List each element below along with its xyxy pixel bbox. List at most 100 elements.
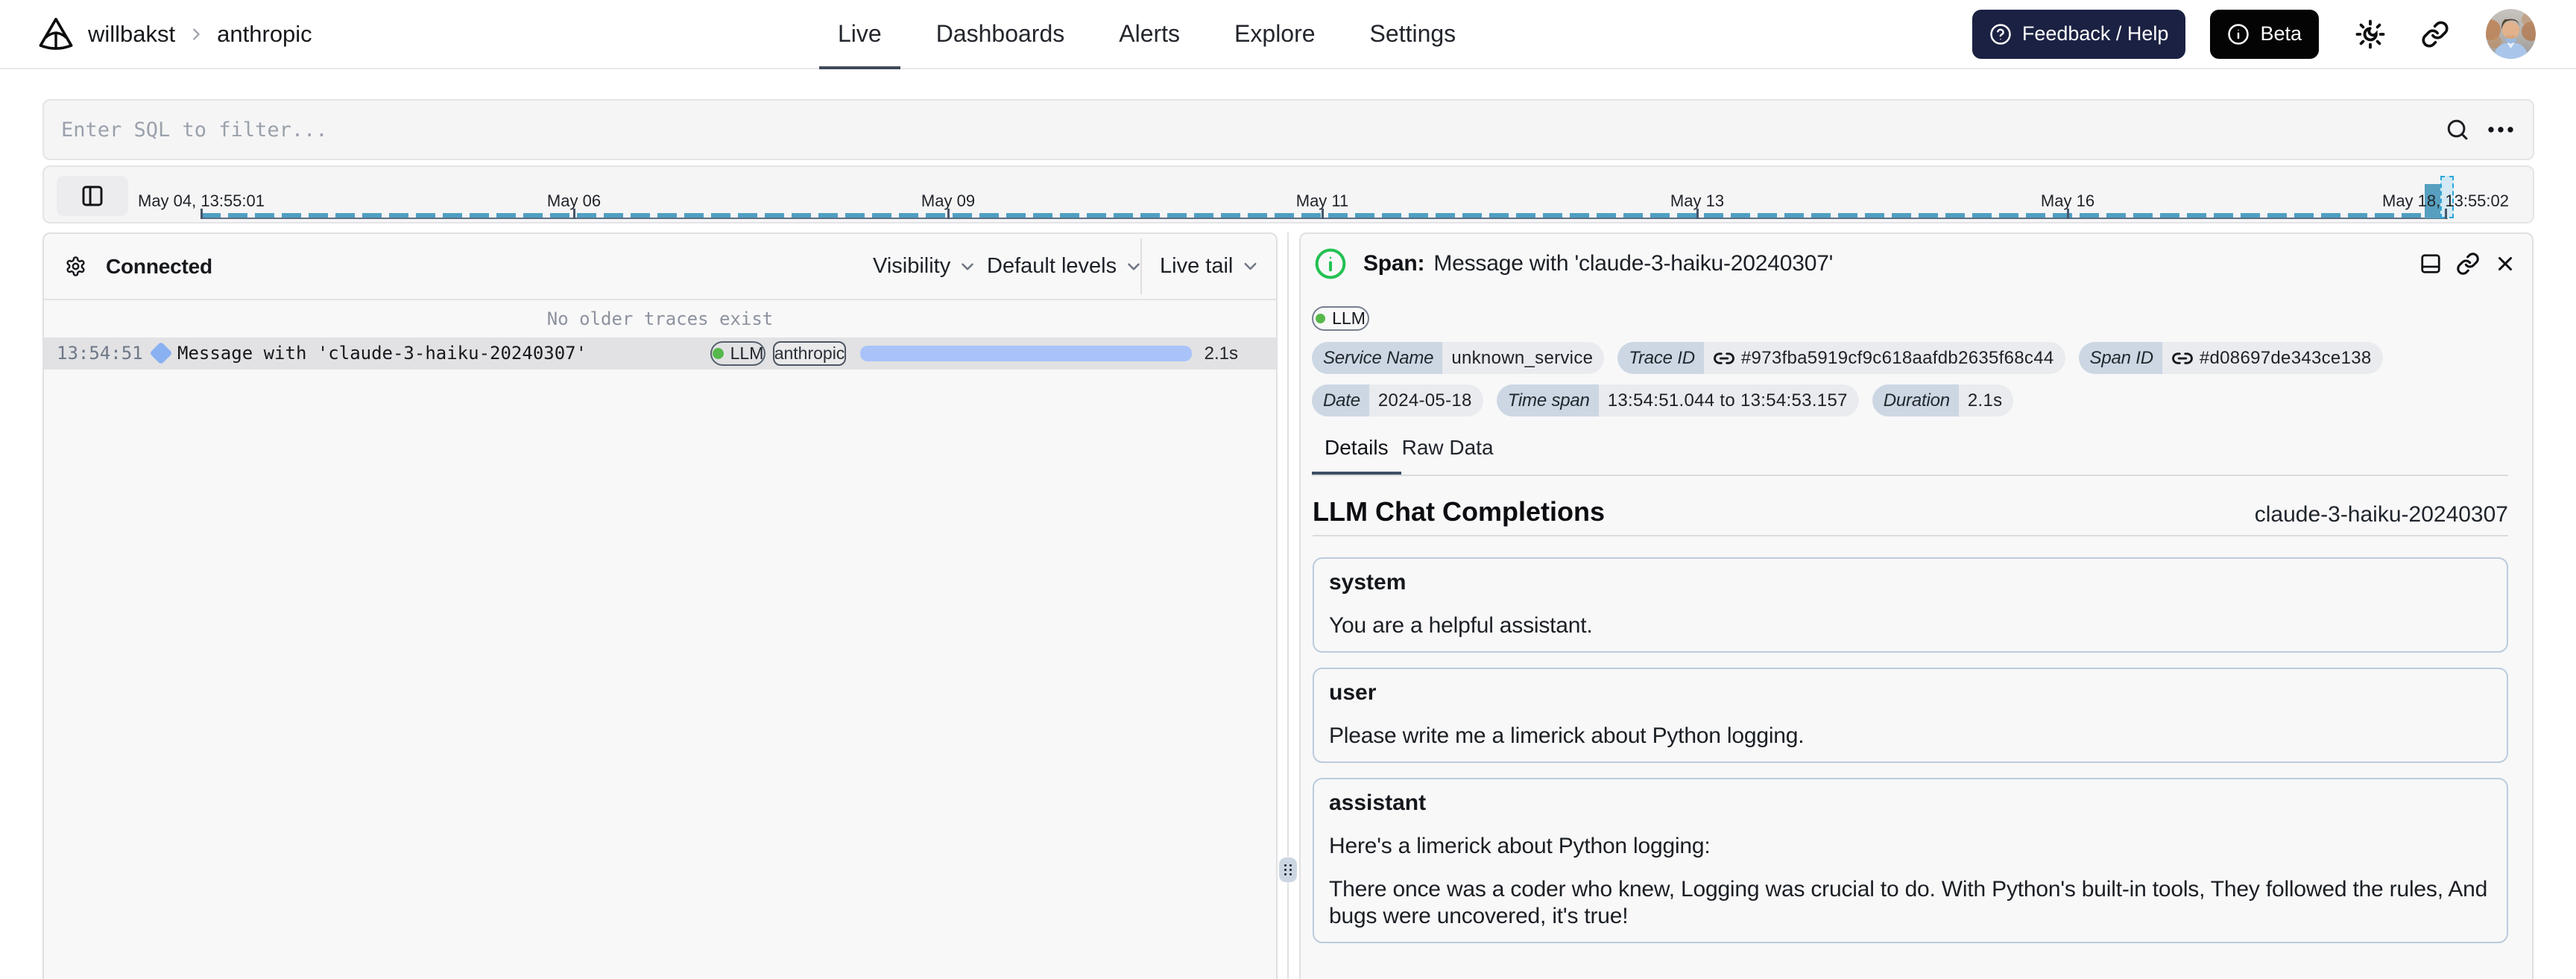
live-tail-dropdown[interactable]: Live tail — [1160, 234, 1260, 299]
visibility-dropdown[interactable]: Visibility — [873, 234, 977, 299]
message-card-system: system You are a helpful assistant. — [1313, 557, 2508, 653]
trace-row[interactable]: 13:54:51 Message with 'claude-3-haiku-20… — [44, 338, 1276, 370]
breadcrumb-project[interactable]: anthropic — [217, 21, 312, 48]
chips-row: Date 2024-05-18 Time span 13:54:51.044 to 1… — [1312, 384, 2508, 416]
timeline-axis-line — [201, 218, 2448, 219]
nav-tab-settings[interactable]: Settings — [1351, 0, 1475, 68]
link-icon[interactable] — [1713, 347, 1735, 370]
attribute-chip-time-span: Time span 13:54:51.044 to 13:54:53.157 — [1496, 384, 1859, 416]
chip-label: Duration — [1872, 384, 1959, 416]
chip-value[interactable]: #973fba5919cf9c618aafdb2635f68c44 — [1703, 342, 2065, 374]
timeline-tick — [947, 209, 950, 219]
chip-label: Trace ID — [1617, 342, 1704, 374]
span-label: Span: — [1363, 251, 1425, 276]
timeline-tick — [1322, 209, 1324, 219]
model-name: claude-3-haiku-20240307 — [2254, 502, 2508, 527]
nav-actions: Feedback / Help Beta — [1972, 0, 2536, 68]
message-role: user — [1329, 680, 1377, 705]
default-levels-dropdown[interactable]: Default levels — [987, 234, 1143, 299]
nav-tab-live[interactable]: Live — [819, 0, 900, 69]
attribute-chip-trace-id: Trace ID #973fba5919cf9c618aafdb2635f68c4… — [1617, 342, 2065, 374]
details-tabs: Details Raw Data — [1312, 436, 2508, 476]
breadcrumb-org[interactable]: willbakst — [88, 21, 175, 48]
dropdown-label: Default levels — [987, 254, 1117, 278]
message-role: assistant — [1329, 791, 1427, 815]
chip-value: 2024-05-18 — [1368, 384, 1483, 416]
message-text: Here's a limerick about Python logging: — [1329, 834, 1711, 858]
timeline-activity-line — [201, 213, 2425, 218]
info-circle-icon — [2227, 23, 2250, 45]
chip-label: Time span — [1496, 384, 1599, 416]
duration-label: 2.1s — [1204, 343, 1238, 364]
dock-panel-icon[interactable] — [2419, 253, 2442, 275]
share-link-icon[interactable] — [2421, 20, 2449, 48]
duration-bar — [860, 346, 1192, 361]
dropdown-label: Live tail — [1160, 254, 1234, 278]
nav-tab-dashboards[interactable]: Dashboards — [918, 0, 1084, 68]
chip-value: unknown_service — [1442, 342, 1605, 374]
message-card-assistant: assistant Here's a limerick about Python … — [1313, 778, 2508, 943]
nav-tab-alerts[interactable]: Alerts — [1100, 0, 1199, 68]
timeline-tick — [2067, 209, 2069, 219]
connection-status: Connected — [106, 254, 212, 278]
splitter-drag-handle[interactable] — [1279, 858, 1297, 882]
beta-button[interactable]: Beta — [2210, 9, 2319, 59]
span-attribute-chips: Service Name unknown_service Trace ID #973f… — [1312, 342, 2508, 416]
timeline-tick — [201, 209, 203, 219]
anthropic-badge: anthropic — [773, 341, 846, 366]
feedback-help-button[interactable]: Feedback / Help — [1972, 9, 2186, 59]
attribute-chip-duration: Duration 2.1s — [1872, 384, 2014, 416]
attribute-chip-span-id: Span ID #d08697de343ce138 — [2078, 342, 2383, 374]
chip-value[interactable]: #d08697de343ce138 — [2162, 342, 2383, 374]
beta-label: Beta — [2260, 22, 2302, 45]
empty-traces-message: No older traces exist — [546, 308, 774, 329]
close-icon[interactable] — [2494, 253, 2516, 275]
top-nav: willbakst anthropic Live Dashboards Alerts… — [0, 0, 2576, 69]
gear-icon[interactable] — [65, 256, 86, 277]
traces-panel: Connected Visibility Default levels Live… — [42, 232, 1278, 979]
message-text: There once was a coder who knew, Logging… — [1329, 877, 2488, 928]
span-diamond-icon — [149, 341, 173, 365]
more-options-icon[interactable] — [2487, 125, 2516, 134]
message-text: You are a helpful assistant. — [1329, 613, 1593, 638]
attribute-chip-date: Date 2024-05-18 — [1312, 384, 1483, 416]
breadcrumb: willbakst anthropic — [39, 0, 312, 68]
theme-toggle-icon[interactable] — [2355, 19, 2386, 50]
dropdown-label: Visibility — [873, 254, 951, 278]
user-avatar[interactable] — [2486, 9, 2536, 59]
sql-filter-bar: Enter SQL to filter... — [42, 99, 2534, 160]
chevron-down-icon — [962, 262, 974, 270]
timeline-tick — [1696, 209, 1699, 219]
header-divider — [1140, 238, 1142, 294]
chat-messages: system You are a helpful assistant. user Pl… — [1313, 557, 2508, 943]
timeline-axis[interactable]: May 04, 13:55:01 May 06 May 09 May 11 May 13… — [44, 167, 2533, 222]
anthropic-badge-label: anthropic — [774, 343, 845, 363]
trace-message: Message with 'claude-3-haiku-20240307' — [177, 343, 587, 364]
feedback-help-label: Feedback / Help — [2021, 22, 2169, 45]
message-text: Please write me a limerick about Python … — [1329, 723, 1805, 748]
help-circle-icon — [1989, 23, 2012, 45]
section-heading: LLM Chat Completions — [1313, 496, 1605, 527]
breadcrumb-chevron-icon — [188, 26, 204, 42]
llm-badge-label: LLM — [730, 343, 764, 363]
search-icon[interactable] — [2445, 117, 2470, 142]
span-title-text: Message with 'claude-3-haiku-20240307' — [1433, 251, 1834, 276]
link-icon[interactable] — [2171, 347, 2194, 370]
copy-link-icon[interactable] — [2456, 252, 2480, 276]
details-tab-details[interactable]: Details — [1312, 436, 1401, 475]
message-role: system — [1329, 570, 1407, 595]
app: willbakst anthropic Live Dashboards Alerts… — [0, 0, 2576, 979]
chevron-down-icon — [1244, 262, 1257, 270]
chip-label: Span ID — [2078, 342, 2162, 374]
heading-divider — [1313, 535, 2508, 536]
details-tab-raw-data[interactable]: Raw Data — [1402, 436, 1494, 475]
llm-badge: LLM — [1312, 306, 1369, 331]
sql-filter-input[interactable]: Enter SQL to filter... — [44, 118, 2445, 142]
chip-value: 13:54:51.044 to 13:54:53.157 — [1598, 384, 1859, 416]
nav-tab-explore[interactable]: Explore — [1216, 0, 1334, 68]
attribute-chip-service-name: Service Name unknown_service — [1312, 342, 1605, 374]
llm-badge-dot — [1316, 314, 1326, 323]
nav-tabs: Live Dashboards Alerts Explore Settings — [819, 0, 1475, 69]
span-info-icon — [1314, 247, 1347, 280]
logfire-logo-icon[interactable] — [39, 18, 73, 50]
